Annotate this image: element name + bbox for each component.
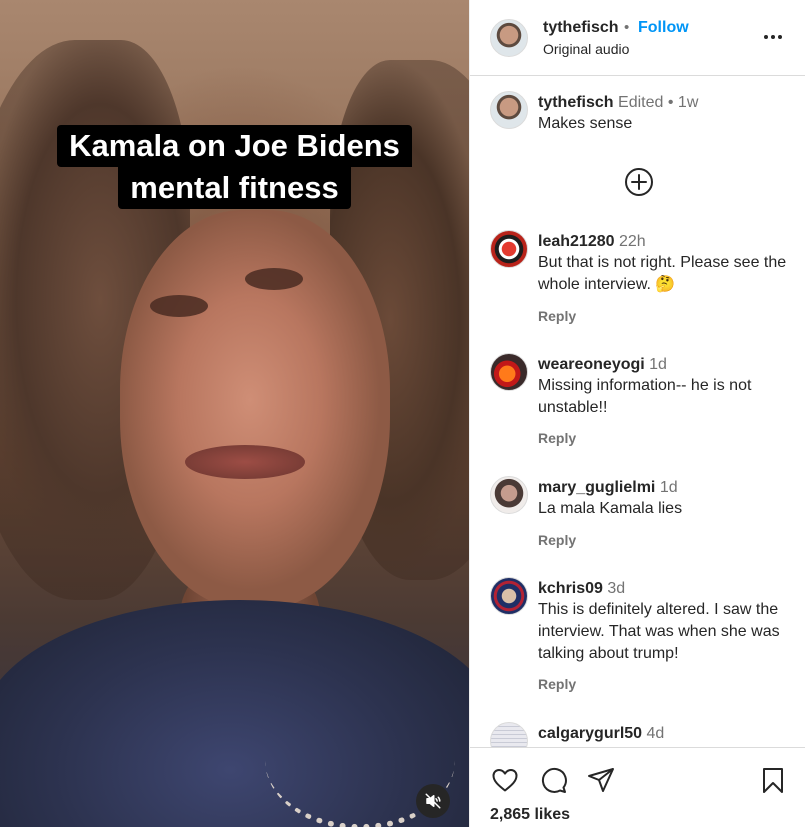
comment-age: 4d [646,725,665,742]
comment-age: 22h [618,233,646,250]
commenter-username[interactable]: calgarygurl50 [538,725,642,742]
post-header: tythefisch • Follow Original audio [470,0,805,76]
separator-dot: • [667,94,674,111]
commenter-avatar[interactable] [490,577,528,615]
caption-text: Makes sense [538,115,633,132]
reel-video[interactable]: Kamala on Joe Bidens mental fitness [0,0,469,827]
audio-link[interactable]: Original audio [543,41,629,57]
comment-text: But that is not right. Please see the wh… [538,254,787,293]
video-frame-shape [185,445,305,479]
comment-age: 1d [659,479,678,496]
commenter-avatar[interactable] [490,476,528,514]
video-caption-line: Kamala on Joe Bidens [57,125,412,167]
post-side-panel: tythefisch • Follow Original audio tythe… [469,0,805,827]
reply-button[interactable]: Reply [538,676,576,692]
author-username[interactable]: tythefisch [543,19,619,37]
more-horizontal-icon[interactable] [762,27,784,47]
comment-text: La mala Kamala lies [538,500,683,517]
heart-icon[interactable] [490,765,520,795]
comment-age: 1d [649,356,667,373]
video-frame-shape [150,295,208,317]
commenter-avatar[interactable] [490,230,528,268]
video-frame-shape [245,268,303,290]
commenter-avatar[interactable] [490,722,528,747]
separator-dot: • [624,19,630,36]
plus-circle-icon[interactable] [624,167,654,197]
comment-age: 3d [607,580,626,597]
caption-username[interactable]: tythefisch [538,94,614,111]
reply-button[interactable]: Reply [538,430,576,446]
edited-label: Edited [618,94,664,111]
follow-button[interactable]: Follow [638,19,689,37]
video-caption-line: mental fitness [118,167,351,209]
comment-text: This is definitely altered. I saw the in… [538,601,780,662]
speaker-muted-icon [425,793,441,809]
post-actions-bar: 2,865 likes [470,747,805,827]
bookmark-icon[interactable] [758,765,788,795]
mute-toggle-button[interactable] [416,784,450,818]
comment-text: Missing information-- he is not unstable… [538,377,752,416]
commenter-avatar[interactable] [490,353,528,391]
send-icon[interactable] [586,765,616,795]
reply-button[interactable]: Reply [538,308,576,324]
commenter-username[interactable]: mary_guglielmi [538,479,655,496]
author-avatar[interactable] [490,19,528,57]
commenter-username[interactable]: kchris09 [538,580,603,597]
video-caption-overlay: Kamala on Joe Bidens mental fitness [40,125,429,209]
likes-count[interactable]: 2,865 likes [490,806,570,824]
reply-button[interactable]: Reply [538,532,576,548]
commenter-username[interactable]: weareoneyogi [538,356,645,373]
author-avatar[interactable] [490,91,528,129]
commenter-username[interactable]: leah21280 [538,233,615,250]
comments-list[interactable]: tythefisch Edited • 1w Makes sense leah2… [470,76,805,747]
caption-age: 1w [677,94,699,111]
comment-icon[interactable] [538,765,568,795]
